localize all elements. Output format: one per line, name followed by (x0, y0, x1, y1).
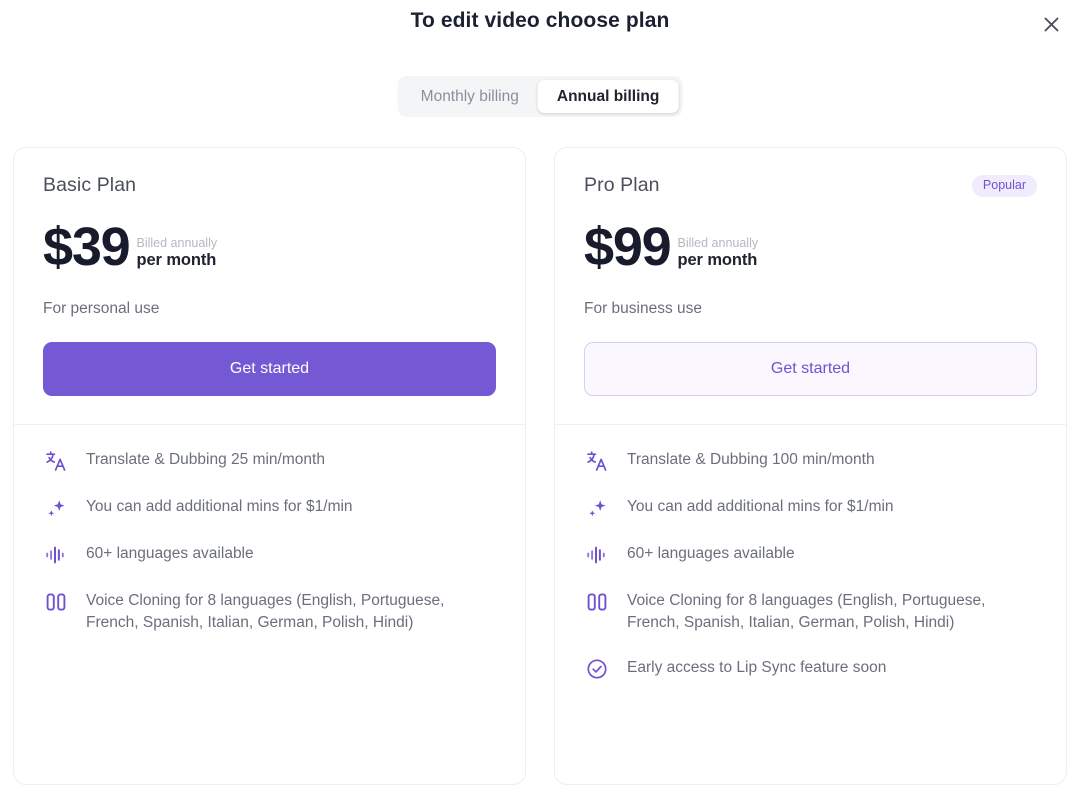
plan-list: Basic Plan $39 Billed annually per month… (13, 147, 1067, 785)
feature-item: 60+ languages available (43, 543, 496, 568)
price-meta-pro: Billed annually per month (678, 236, 759, 274)
feature-list-pro: Translate & Dubbing 100 min/month You ca… (555, 425, 1066, 712)
status-badge-popular: Popular (972, 175, 1037, 197)
feature-item: Early access to Lip Sync feature soon (584, 657, 1037, 682)
plan-usage-basic: For personal use (43, 300, 496, 318)
check-circle-icon (584, 656, 610, 682)
feature-text: Translate & Dubbing 25 min/month (86, 449, 325, 471)
feature-text: Voice Cloning for 8 languages (English, … (627, 590, 1037, 635)
feature-item: Translate & Dubbing 100 min/month (584, 449, 1037, 474)
feature-list-basic: Translate & Dubbing 25 min/month You can… (14, 425, 525, 665)
plan-header-basic: Basic Plan $39 Billed annually per month… (14, 148, 525, 424)
price-amount-pro: $99 (584, 222, 671, 274)
feature-text: You can add additional mins for $1/min (627, 496, 894, 518)
close-button[interactable] (1036, 9, 1066, 39)
price-meta-basic: Billed annually per month (137, 236, 218, 274)
translate-icon (584, 448, 610, 474)
plan-card-pro: Pro Plan Popular $99 Billed annually per… (554, 147, 1067, 785)
pricing-modal: To edit video choose plan Monthly billin… (0, 0, 1080, 798)
plan-header-pro: Pro Plan Popular $99 Billed annually per… (555, 148, 1066, 424)
sparkles-icon (584, 495, 610, 521)
close-icon (1041, 14, 1062, 35)
feature-item: Voice Cloning for 8 languages (English, … (584, 590, 1037, 635)
plan-title-row-pro: Pro Plan Popular (584, 174, 1037, 200)
plan-name-pro: Pro Plan (584, 174, 660, 197)
feature-item: You can add additional mins for $1/min (43, 496, 496, 521)
price-row-pro: $99 Billed annually per month (584, 216, 1037, 274)
plan-title-row-basic: Basic Plan (43, 174, 496, 200)
get-started-button-pro-label: Get started (771, 360, 850, 378)
feature-item: Voice Cloning for 8 languages (English, … (43, 590, 496, 635)
price-period-basic: per month (137, 251, 218, 271)
feature-text: 60+ languages available (627, 543, 795, 565)
feature-item: Translate & Dubbing 25 min/month (43, 449, 496, 474)
toggle-monthly-billing-label: Monthly billing (421, 88, 519, 106)
plan-usage-pro: For business use (584, 300, 1037, 318)
price-period-pro: per month (678, 251, 759, 271)
plan-card-basic: Basic Plan $39 Billed annually per month… (13, 147, 526, 785)
get-started-button-pro[interactable]: Get started (584, 342, 1037, 396)
feature-item: You can add additional mins for $1/min (584, 496, 1037, 521)
price-amount-basic: $39 (43, 222, 130, 274)
feature-text: Translate & Dubbing 100 min/month (627, 449, 875, 471)
waveform-icon (43, 542, 69, 568)
waveform-icon (584, 542, 610, 568)
get-started-button-basic-label: Get started (230, 360, 309, 378)
toggle-monthly-billing[interactable]: Monthly billing (402, 80, 538, 113)
price-billed-note-basic: Billed annually (137, 236, 218, 252)
feature-text: You can add additional mins for $1/min (86, 496, 353, 518)
price-row-basic: $39 Billed annually per month (43, 216, 496, 274)
billing-toggle[interactable]: Monthly billing Annual billing (398, 76, 683, 117)
page-title: To edit video choose plan (0, 9, 1080, 33)
get-started-button-basic[interactable]: Get started (43, 342, 496, 396)
toggle-annual-billing[interactable]: Annual billing (538, 80, 678, 113)
feature-text: 60+ languages available (86, 543, 254, 565)
sparkles-icon (43, 495, 69, 521)
voice-clone-icon (584, 589, 610, 615)
toggle-annual-billing-label: Annual billing (557, 88, 659, 106)
feature-text: Voice Cloning for 8 languages (English, … (86, 590, 496, 635)
translate-icon (43, 448, 69, 474)
feature-text: Early access to Lip Sync feature soon (627, 657, 886, 679)
voice-clone-icon (43, 589, 69, 615)
price-billed-note-pro: Billed annually (678, 236, 759, 252)
plan-name-basic: Basic Plan (43, 174, 136, 197)
feature-item: 60+ languages available (584, 543, 1037, 568)
